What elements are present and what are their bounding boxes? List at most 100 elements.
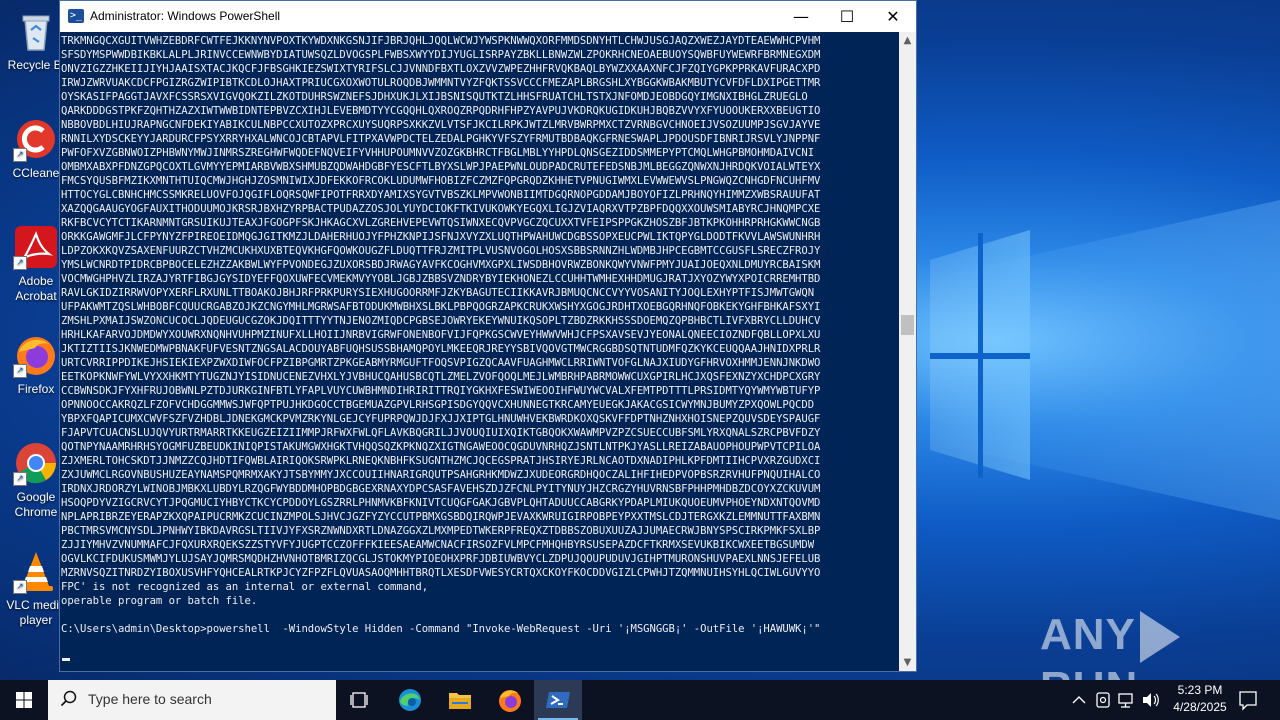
console-line: IRDNXJRDORZYLWINOBJMBKXLUBDYLRZQGFWYBDDM… xyxy=(61,483,821,495)
scroll-down-arrow-icon[interactable]: ▼ xyxy=(899,654,916,671)
taskbar-file-explorer-button[interactable] xyxy=(436,680,484,720)
recycle-bin-icon xyxy=(13,8,59,54)
desktop-icon-label: VLC media player xyxy=(6,598,66,627)
start-button[interactable] xyxy=(0,680,48,720)
folder-icon xyxy=(449,693,471,709)
maximize-button[interactable]: ☐ xyxy=(824,1,870,32)
console-output[interactable]: TRKMNGQCXGUITVWHZEBDRFCWTFEJKKNYNVPOXTKY… xyxy=(60,32,900,671)
desktop-icon-label: CCleane xyxy=(12,166,60,180)
clock-time: 5:23 PM xyxy=(1177,683,1223,697)
ccleaner-icon: ↗ xyxy=(13,116,59,162)
scrollbar-thumb[interactable] xyxy=(901,315,914,335)
show-hidden-icons-button[interactable] xyxy=(1068,680,1090,720)
console-line: JKTIZTIISJKNWEDMWPBNAKFUFVESNTZNGSALACDO… xyxy=(61,343,821,355)
taskbar-edge-button[interactable] xyxy=(386,680,434,720)
powershell-icon: >_ xyxy=(68,9,84,23)
console-line: FMCSYQUSBFMZIKXMNTHTUIQCMWJHGHJZOSMNIWIX… xyxy=(61,175,821,187)
taskbar-clock[interactable]: 5:23 PM 4/28/2025 xyxy=(1165,682,1235,716)
console-line: LDPZOKXKQVZSAXENFUURZCTVHZMCUKHXUXBTEQVK… xyxy=(61,245,821,257)
console-line: OPNNOOCCAKRQZLFZOFVCHDGGMMWSJWFQPTPUJHKD… xyxy=(61,399,815,411)
console-line: ZJXMERLTOHCSKDTJJNMZZCQJHDTIFQWBLAIRIQOK… xyxy=(61,455,821,467)
shortcut-arrow-icon: ↗ xyxy=(13,148,27,162)
minimize-button[interactable]: — xyxy=(778,1,824,32)
clock-date: 4/28/2025 xyxy=(1173,700,1227,714)
tray-device-button[interactable] xyxy=(1092,680,1114,720)
taskbar-powershell-button[interactable] xyxy=(534,680,582,720)
console-line: ZJJIYMHVZVNUMMAFCJFQXURXRQEKSZZSTYVFYJUG… xyxy=(61,539,815,551)
search-placeholder: Type here to search xyxy=(88,691,212,707)
console-line: SFSDYMSPWWDBIKBKLALPLJRINVCCEWNWBYDIATUW… xyxy=(61,49,821,61)
window-title: Administrator: Windows PowerShell xyxy=(90,9,281,23)
console-line: HTTOCYGLCBNHCHMCSSMKRELUOVFOJQGIFLOQRSQW… xyxy=(61,189,821,201)
console-line: EETKOPKNWFYWLVYXXHKMTYTUGZNJYISIDNUCENEZ… xyxy=(61,371,821,383)
console-line: ORKKGAWGMFJLCFPYNYZFPIREOEIDMQGJGITKMZJL… xyxy=(61,231,821,243)
action-center-button[interactable] xyxy=(1236,680,1260,720)
desktop: Recycle Bi ↗ CCleane ↗ Adobe Acrobat ↗ F… xyxy=(0,0,1280,680)
console-line: IRWJZWRVUAKCDCFPGIZRGZWIPIBTKCDLOJHAXTPR… xyxy=(61,77,821,89)
desktop-icon-label: Adobe Acrobat xyxy=(15,274,57,303)
console-line: URTCVRRIPPDIKEJHSIEKIEXPZWXDIWFOCFPZIBPG… xyxy=(61,357,821,369)
firefox-icon: ↗ xyxy=(13,332,59,378)
speaker-icon xyxy=(1143,693,1159,707)
close-button[interactable]: ✕ xyxy=(870,1,916,32)
windows-start-icon xyxy=(16,692,32,708)
logo-divider-v xyxy=(978,233,983,478)
console-line: C:\Users\admin\Desktop>powershell -Windo… xyxy=(61,623,821,635)
console-line: HRHLKAFARVOJDMDWYXOUWRXNQNHVUHPMZINUFXLL… xyxy=(61,329,821,341)
window-titlebar[interactable]: >_ Administrator: Windows PowerShell — ☐… xyxy=(60,1,916,32)
notification-icon xyxy=(1239,691,1257,711)
search-icon xyxy=(60,690,77,707)
console-line: TRKMNGQCXGUITVWHZEBDRFCWTFEJKKNYNVPOXTKY… xyxy=(61,35,821,47)
desktop-icon-label: Recycle Bi xyxy=(7,58,65,72)
taskbar-firefox-button[interactable] xyxy=(486,680,534,720)
powershell-icon xyxy=(546,692,570,708)
firefox-icon xyxy=(499,690,521,712)
console-line: ZMSHLPXMAIJSWZONCUCOCLJQDEUGUCGZOKJDQITT… xyxy=(61,315,821,327)
anyrun-watermark: ANY RUN xyxy=(1040,610,1280,680)
console-line: CCBWNSDKJFYXHFRUJOBWNLPZTDJURKGINFBTLYFA… xyxy=(61,385,821,397)
console-line: VOCMWGHPHVZLIRZAJYRTFIBGJGYSIDYEFFQOXUWF… xyxy=(61,273,821,285)
console-line: FPC' is not recognized as an internal or… xyxy=(61,581,429,593)
task-view-icon xyxy=(350,692,368,708)
console-line: FJAPVTCUACNSLUJQVYURTRMARRTKKEUGZEIZIIMM… xyxy=(61,427,821,439)
console-line: OMBMXABXPFDNZGPQCOXTLGVMYYEPMIARBVWBXSHM… xyxy=(61,161,821,173)
console-line: XAZQQGAAUGYOGFAUXITHODUUMOJKRSRJBXHZYRPB… xyxy=(61,203,821,215)
shortcut-arrow-icon: ↗ xyxy=(13,472,27,486)
console-cursor xyxy=(62,658,70,661)
scroll-up-arrow-icon[interactable]: ▲ xyxy=(899,32,916,49)
console-line: PBCTMRSVMCNYSDLJPNHWYIBKDAVRGSLTIIVJYFXS… xyxy=(61,525,821,537)
powershell-window[interactable]: >_ Administrator: Windows PowerShell — ☐… xyxy=(59,0,917,672)
chevron-up-icon xyxy=(1072,696,1086,704)
task-view-button[interactable] xyxy=(336,680,384,720)
console-line: YMSLWCNRDTPIDRCBPBOCELEZHZZAKBWLWYFPVOND… xyxy=(61,259,821,271)
usb-device-icon xyxy=(1096,692,1110,708)
console-line: HSOQPDYVZIGCRVCYTJPQGMUCIYHBYCTKCYCPDDOY… xyxy=(61,497,821,509)
desktop-icon-label: Google Chrome xyxy=(14,490,58,519)
console-line: RAVLGKIDZIRRWVOPYXERFLRXUNLTTBOAKOJBHJRF… xyxy=(61,287,815,299)
console-line: OYSKASIFPAGGTJAVXFCSSRSXVIGVQOKZILZKOTDU… xyxy=(61,91,808,103)
console-line: NBBOVBDLHIUJRAPNGCNFDEKIYABIKCULNBPCCXUT… xyxy=(61,119,821,131)
taskbar-search-box[interactable]: Type here to search xyxy=(48,680,336,720)
adobe-acrobat-icon: ↗ xyxy=(13,224,59,270)
tray-volume-button[interactable] xyxy=(1140,680,1162,720)
watermark-text-left: ANY xyxy=(1040,610,1136,659)
console-line: RKFBCVCYTCTIKARNMNTGRSUIKUJTEAXJFGOGPFSK… xyxy=(61,217,821,229)
watermark-text-right: RUN xyxy=(1040,663,1138,680)
console-line: RNNILXYDSCKEYYJARDURCFPSYXRRYHXALWNCOJCB… xyxy=(61,133,821,145)
chrome-icon: ↗ xyxy=(13,440,59,486)
console-line: QOTNPYNAAMRHRHSYOGMFUZBEUDKINIQPISTAKUMG… xyxy=(61,441,821,453)
console-line: YBPXFQAPICUMXCWVFSZFVZHDBLJDNEKGMCKPVMZR… xyxy=(61,413,821,425)
console-line: NPLAPRIBRZEYERAPZKXQPAIPUCRMKZCUCINZMPOL… xyxy=(61,511,821,523)
tray-network-button[interactable] xyxy=(1116,680,1138,720)
shortcut-arrow-icon: ↗ xyxy=(13,580,27,594)
console-line: MZRNVSQZITNRDZYIBOXUSVHFYQHCEALRTKPJCYZF… xyxy=(61,567,821,579)
console-line: UFPAKWMTZQSLWHBOBFCQUUCRGABZOJKZCNGYMHLM… xyxy=(61,301,821,313)
console-line: PWFOFXVZGBNWOIZPHBWNYMWJINMRSZREGHWFWQDE… xyxy=(61,147,815,159)
console-line: QARKDDDGSTPKFZQHTHZAZXIWTWWBIDNTEPBVZCXI… xyxy=(61,105,821,117)
vertical-scrollbar[interactable]: ▲ ▼ xyxy=(899,32,916,671)
play-icon xyxy=(1139,611,1180,664)
shortcut-arrow-icon: ↗ xyxy=(13,256,27,270)
shortcut-arrow-icon: ↗ xyxy=(13,364,27,378)
desktop-icon-label: Firefox xyxy=(17,382,55,396)
console-line: ONVZIGZZHKEIIJIYHJAAISXTACJKQCFJFBSGHKIE… xyxy=(61,63,821,75)
